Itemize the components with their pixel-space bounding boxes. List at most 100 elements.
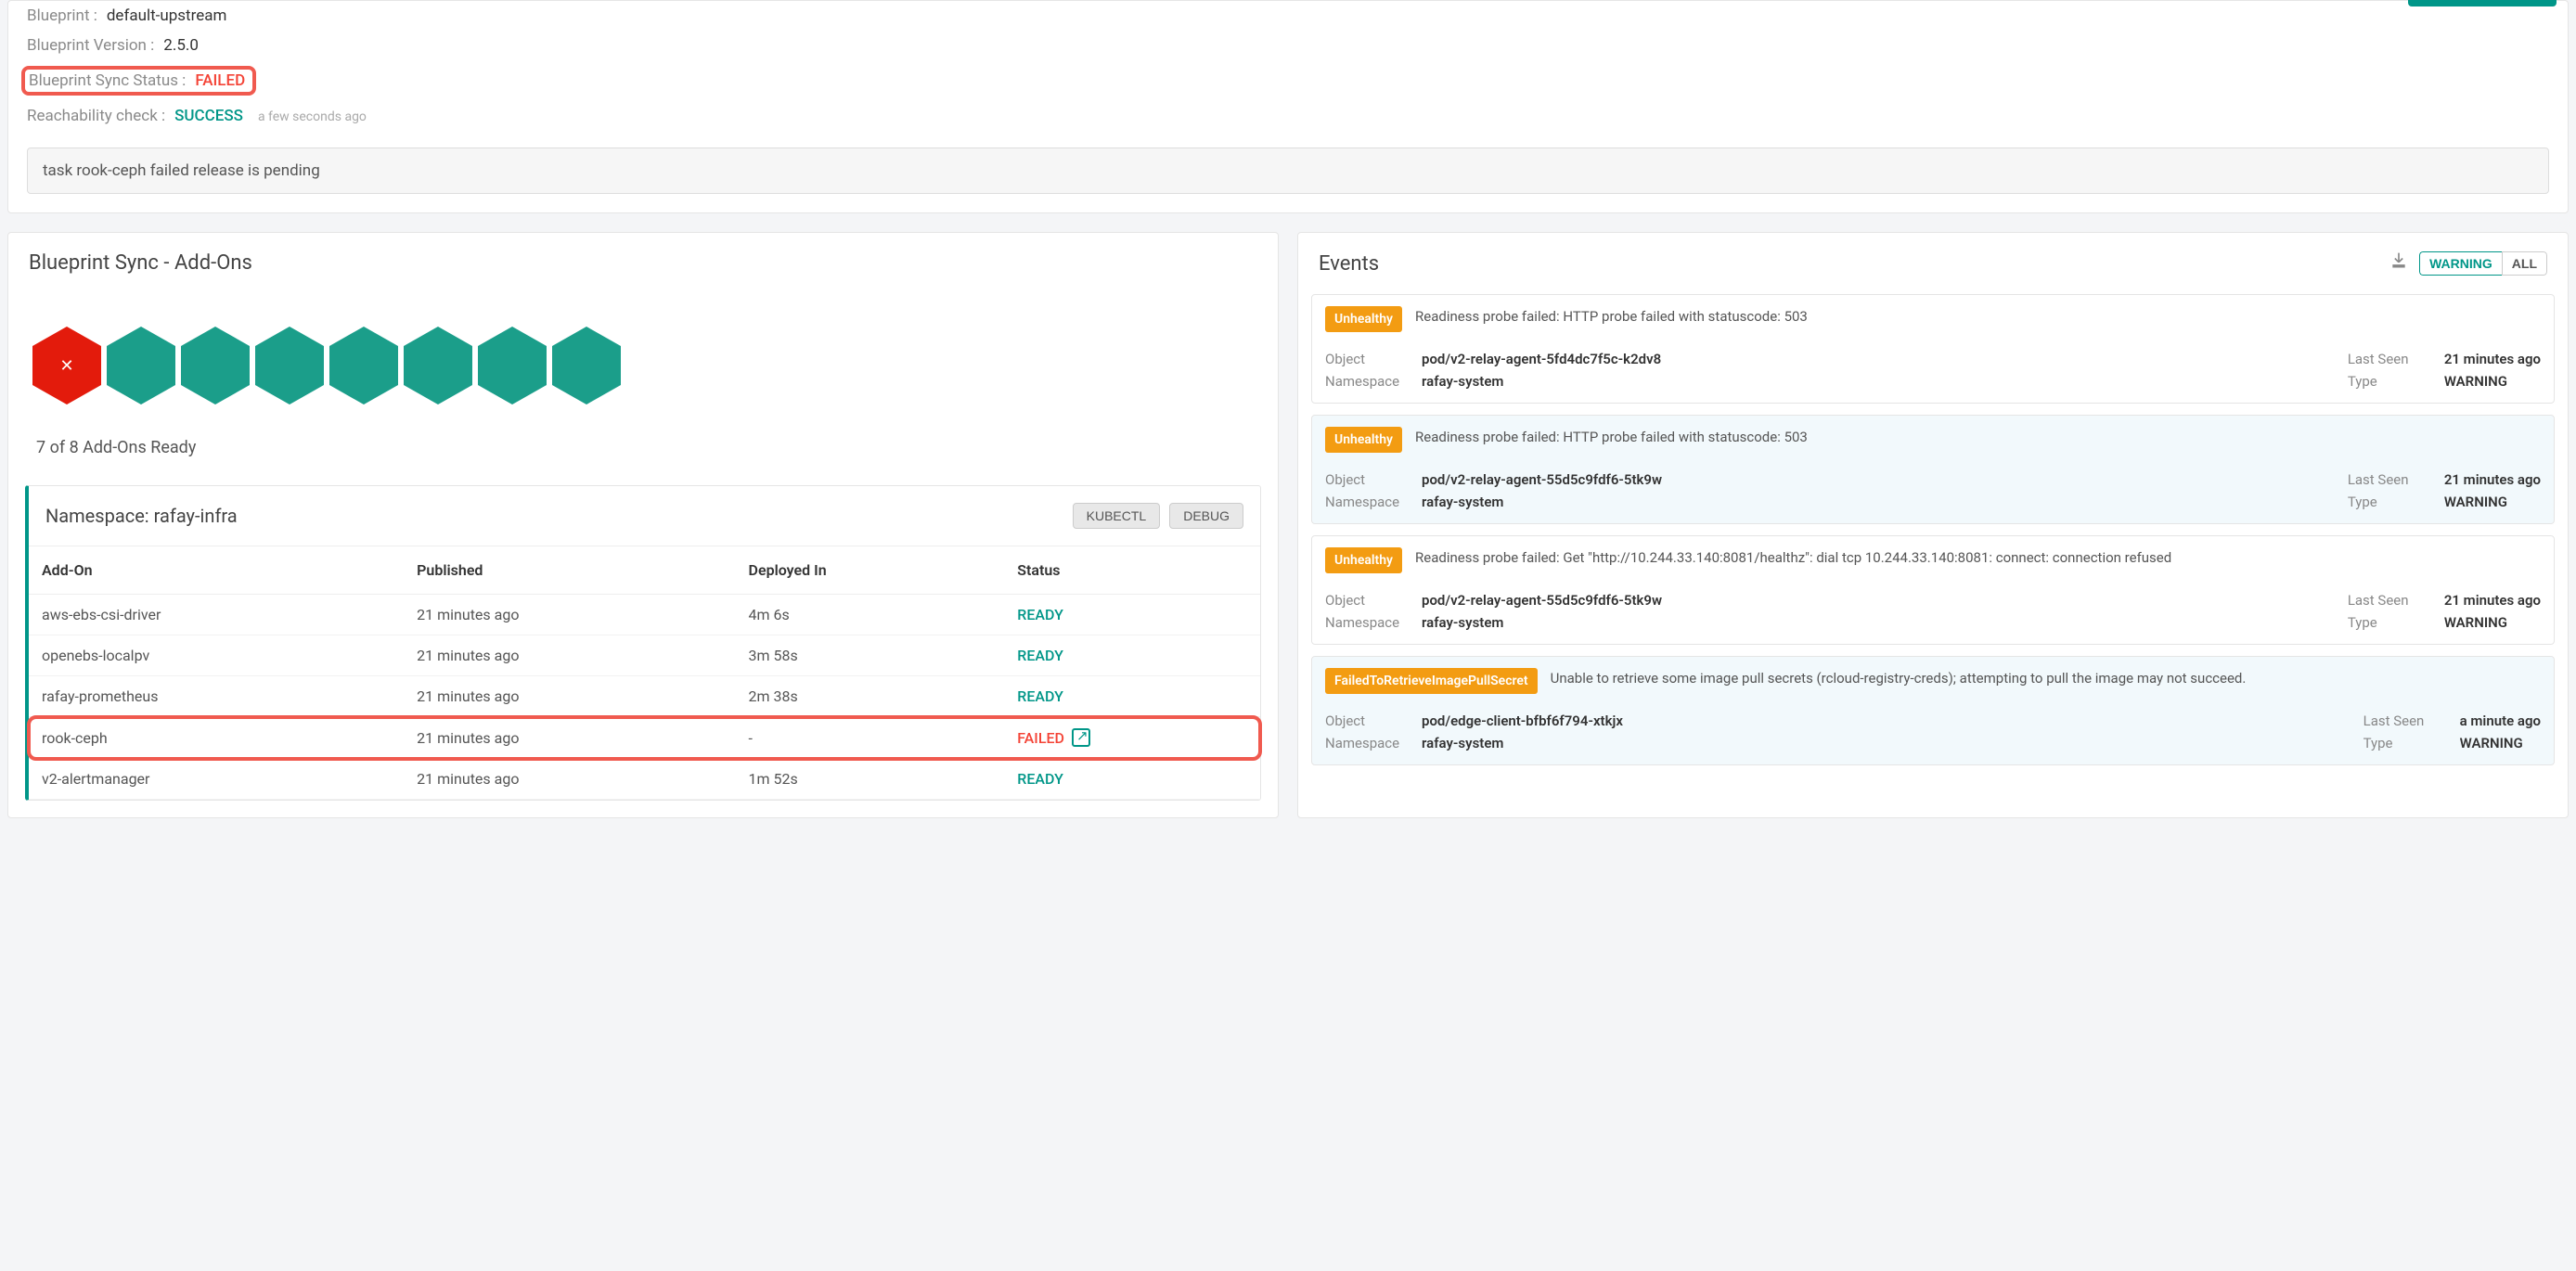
col-deployed: Deployed In <box>736 546 1005 595</box>
table-row[interactable]: rafay-prometheus21 minutes ago2m 38sREAD… <box>29 676 1260 717</box>
addon-deployed: 4m 6s <box>736 595 1005 636</box>
addon-published: 21 minutes ago <box>404 595 735 636</box>
addons-panel-title: Blueprint Sync - Add-Ons <box>29 251 252 275</box>
event-type-value: WARNING <box>2444 494 2507 510</box>
summary-panel: Blueprint : default-upstream Blueprint V… <box>7 0 2569 213</box>
event-object-value: pod/v2-relay-agent-55d5c9fdf6-5tk9w <box>1422 471 1662 488</box>
table-row[interactable]: openebs-localpv21 minutes ago3m 58sREADY <box>29 636 1260 676</box>
reachability-label: Reachability check : <box>27 107 165 125</box>
open-link-icon[interactable] <box>1072 728 1090 747</box>
reachability-row: Reachability check : SUCCESS a few secon… <box>27 101 2549 131</box>
event-type-value: WARNING <box>2444 614 2507 631</box>
event-object-value: pod/edge-client-bfbf6f794-xtkjx <box>1422 713 1623 729</box>
event-lastseen-value: 21 minutes ago <box>2444 351 2541 367</box>
event-namespace-value: rafay-system <box>1422 614 1503 631</box>
addon-deployed: 3m 58s <box>736 636 1005 676</box>
addon-name: rook-ceph <box>29 717 404 759</box>
event-namespace-value: rafay-system <box>1422 373 1503 390</box>
addon-status: READY <box>1004 676 1260 717</box>
sync-status-value: FAILED <box>195 71 245 90</box>
addon-name: rafay-prometheus <box>29 676 404 717</box>
event-object-value: pod/v2-relay-agent-55d5c9fdf6-5tk9w <box>1422 592 1662 609</box>
addon-deployed: - <box>736 717 1005 759</box>
namespace-title: Namespace: rafay-infra <box>45 505 238 527</box>
sync-status-label: Blueprint Sync Status : <box>29 71 186 90</box>
addon-status: READY <box>1004 636 1260 676</box>
event-message: Readiness probe failed: Get "http://10.2… <box>1415 547 2541 569</box>
addon-hex-ok[interactable] <box>255 327 324 404</box>
addon-hex-ok[interactable] <box>181 327 250 404</box>
events-panel-title: Events <box>1319 252 1379 276</box>
addon-published: 21 minutes ago <box>404 636 735 676</box>
namespace-section: Namespace: rafay-infra KUBECTL DEBUG Add… <box>25 485 1261 801</box>
event-lastseen-label: Last Seen <box>2363 713 2447 729</box>
addons-table-header-row: Add-On Published Deployed In Status <box>29 546 1260 595</box>
event-lastseen-value: 21 minutes ago <box>2444 592 2541 609</box>
event-lastseen-value: a minute ago <box>2460 713 2541 729</box>
blueprint-label: Blueprint : <box>27 6 97 25</box>
event-namespace-label: Namespace <box>1325 373 1409 390</box>
events-list: Unhealthy Readiness probe failed: HTTP pr… <box>1298 294 2568 790</box>
addon-published: 21 minutes ago <box>404 676 735 717</box>
blueprint-value: default-upstream <box>107 6 227 25</box>
event-object-label: Object <box>1325 471 1409 488</box>
event-badge: Unhealthy <box>1325 547 1402 573</box>
debug-button[interactable]: DEBUG <box>1169 503 1243 529</box>
addon-hex-ok[interactable] <box>329 327 398 404</box>
blueprint-row: Blueprint : default-upstream <box>27 1 2549 31</box>
filter-all-button[interactable]: ALL <box>2502 251 2547 276</box>
blueprint-version-value: 2.5.0 <box>163 36 199 55</box>
top-right-action-button[interactable] <box>2408 0 2557 6</box>
event-message: Readiness probe failed: HTTP probe faile… <box>1415 427 2541 448</box>
events-panel-header: Events WARNING ALL <box>1298 233 2568 294</box>
event-namespace-label: Namespace <box>1325 614 1409 631</box>
event-type-label: Type <box>2363 735 2447 751</box>
event-badge: Unhealthy <box>1325 427 1402 453</box>
addon-hex-ok[interactable] <box>478 327 547 404</box>
event-namespace-label: Namespace <box>1325 735 1409 751</box>
event-lastseen-label: Last Seen <box>2348 471 2431 488</box>
kubectl-button[interactable]: KUBECTL <box>1073 503 1161 529</box>
event-card[interactable]: UnhealthyReadiness probe failed: HTTP pr… <box>1311 294 2555 404</box>
filter-warning-button[interactable]: WARNING <box>2419 251 2502 276</box>
addon-hex-ok[interactable] <box>552 327 621 404</box>
event-namespace-value: rafay-system <box>1422 735 1503 751</box>
table-row[interactable]: aws-ebs-csi-driver21 minutes ago4m 6sREA… <box>29 595 1260 636</box>
event-type-label: Type <box>2348 494 2431 510</box>
reachability-ago: a few seconds ago <box>258 109 367 124</box>
event-lastseen-label: Last Seen <box>2348 351 2431 367</box>
addon-hex-failed[interactable]: ✕ <box>32 327 101 404</box>
event-namespace-value: rafay-system <box>1422 494 1503 510</box>
event-type-value: WARNING <box>2444 373 2507 390</box>
namespace-buttons: KUBECTL DEBUG <box>1073 503 1243 529</box>
sync-status-row: Blueprint Sync Status : FAILED <box>27 60 2549 101</box>
event-type-label: Type <box>2348 373 2431 390</box>
addons-hex-row: ✕ <box>8 293 1278 414</box>
addon-deployed: 2m 38s <box>736 676 1005 717</box>
addon-name: openebs-localpv <box>29 636 404 676</box>
table-row[interactable]: rook-ceph21 minutes ago-FAILED <box>29 717 1260 759</box>
addon-status: FAILED <box>1004 717 1260 759</box>
event-badge: Unhealthy <box>1325 306 1402 332</box>
col-status: Status <box>1004 546 1260 595</box>
event-type-value: WARNING <box>2460 735 2523 751</box>
addon-hex-ok[interactable] <box>107 327 175 404</box>
addons-panel: Blueprint Sync - Add-Ons ✕ 7 of 8 Add-On… <box>7 232 1279 818</box>
table-row[interactable]: v2-alertmanager21 minutes ago1m 52sREADY <box>29 759 1260 800</box>
event-card[interactable]: Unhealthy Readiness probe failed: HTTP pr… <box>1311 415 2555 524</box>
download-icon[interactable] <box>2389 251 2408 276</box>
blueprint-version-label: Blueprint Version : <box>27 36 154 55</box>
event-card[interactable]: FailedToRetrieveImagePullSecretUnable to… <box>1311 656 2555 765</box>
addon-name: aws-ebs-csi-driver <box>29 595 404 636</box>
task-message: task rook-ceph failed release is pending <box>27 148 2549 194</box>
event-object-label: Object <box>1325 351 1409 367</box>
addons-table: Add-On Published Deployed In Status aws-… <box>29 546 1260 800</box>
event-card[interactable]: Unhealthy Readiness probe failed: Get "ht… <box>1311 535 2555 645</box>
event-lastseen-label: Last Seen <box>2348 592 2431 609</box>
events-filter: WARNING ALL <box>2419 251 2547 276</box>
events-panel: Events WARNING ALL Unhealthy Readiness pr… <box>1297 232 2569 818</box>
col-published: Published <box>404 546 735 595</box>
addon-status: READY <box>1004 759 1260 800</box>
addon-hex-ok[interactable] <box>404 327 472 404</box>
addons-panel-header: Blueprint Sync - Add-Ons <box>8 233 1278 293</box>
